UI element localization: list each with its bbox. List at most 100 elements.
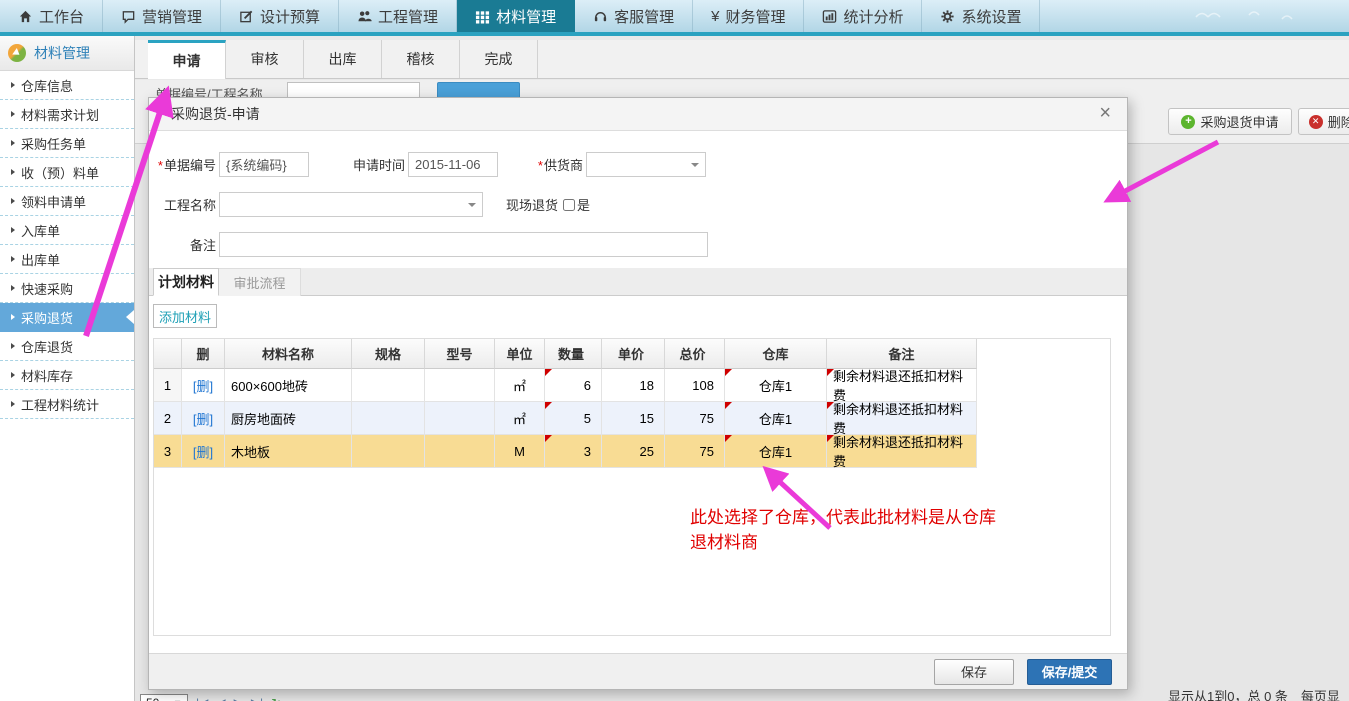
add-material-button[interactable]: 添加材料 bbox=[153, 304, 217, 328]
sidebar-item-purchase-task[interactable]: 采购任务单 bbox=[0, 129, 134, 158]
last-page-icon[interactable]: ▶| bbox=[251, 696, 263, 701]
project-name-select[interactable] bbox=[219, 192, 483, 217]
tab-complete[interactable]: 完成 bbox=[460, 40, 538, 78]
tab-approval-flow[interactable]: 审批流程 bbox=[219, 268, 301, 296]
nav-label: 工作台 bbox=[39, 6, 84, 27]
nav-label: 客服管理 bbox=[614, 6, 674, 27]
caret-right-icon bbox=[11, 372, 15, 378]
delete-row-link[interactable]: [删] bbox=[193, 376, 213, 395]
required-marker: * bbox=[538, 158, 543, 173]
nav-item-engineering[interactable]: 工程管理 bbox=[339, 0, 457, 32]
header-index bbox=[154, 339, 182, 369]
refresh-icon[interactable]: ↻ bbox=[271, 696, 281, 701]
supplier-select[interactable] bbox=[586, 152, 706, 177]
save-submit-button[interactable]: 保存/提交 bbox=[1027, 659, 1112, 685]
tab-review[interactable]: 审核 bbox=[226, 40, 304, 78]
sidebar-title: 材料管理 bbox=[34, 43, 90, 63]
cell-warehouse[interactable]: 仓库1 bbox=[725, 402, 827, 435]
tab-apply[interactable]: 申请 bbox=[148, 40, 226, 79]
cell-qty[interactable]: 6 bbox=[545, 369, 602, 402]
users-icon bbox=[357, 9, 372, 24]
sidebar-item-material-demand-plan[interactable]: 材料需求计划 bbox=[0, 100, 134, 129]
caret-right-icon bbox=[11, 401, 15, 407]
cell-spec bbox=[352, 402, 425, 435]
onsite-return-checkbox[interactable] bbox=[563, 199, 575, 211]
add-circle-icon: + bbox=[1181, 115, 1195, 129]
remark-field[interactable] bbox=[219, 232, 708, 257]
delete-batch-button[interactable]: ✕ 删除/批量 bbox=[1298, 108, 1349, 135]
cell-total: 75 bbox=[665, 402, 725, 435]
module-logo-icon bbox=[8, 44, 26, 62]
header-unit: 单位 bbox=[495, 339, 545, 369]
header-warehouse: 仓库 bbox=[725, 339, 827, 369]
sidebar-item-material-stock[interactable]: 材料库存 bbox=[0, 361, 134, 390]
nav-label: 工程管理 bbox=[378, 6, 438, 27]
sidebar-item-receive-material[interactable]: 收（预）料单 bbox=[0, 158, 134, 187]
apply-date-field[interactable] bbox=[408, 152, 498, 177]
home-icon bbox=[18, 9, 33, 24]
close-icon[interactable]: × bbox=[1099, 102, 1111, 125]
sidebar-item-quick-purchase[interactable]: 快速采购 bbox=[0, 274, 134, 303]
sidebar-item-warehouse-info[interactable]: 仓库信息 bbox=[0, 71, 134, 100]
cell-spec bbox=[352, 369, 425, 402]
cell-qty[interactable]: 3 bbox=[545, 435, 602, 468]
dialog-title: 采购退货-申请 bbox=[149, 104, 260, 124]
required-marker: * bbox=[158, 158, 163, 173]
nav-item-settings[interactable]: 系统设置 bbox=[922, 0, 1040, 32]
sidebar-item-warehouse-return[interactable]: 仓库退货 bbox=[0, 332, 134, 361]
prev-page-icon[interactable]: ◀ bbox=[216, 696, 225, 701]
nav-item-customer-service[interactable]: 客服管理 bbox=[575, 0, 693, 32]
onsite-return-label: 现场退货 bbox=[504, 195, 558, 214]
caret-right-icon bbox=[11, 256, 15, 262]
sidebar: 材料管理 仓库信息 材料需求计划 采购任务单 收（预）料单 领料申请单 入库单 … bbox=[0, 36, 135, 701]
sidebar-item-inbound[interactable]: 入库单 bbox=[0, 216, 134, 245]
yen-icon: ¥ bbox=[711, 8, 719, 25]
page-size-select[interactable]: 50 ▼ bbox=[140, 694, 188, 701]
cell-warehouse[interactable]: 仓库1 bbox=[725, 369, 827, 402]
caret-right-icon bbox=[11, 198, 15, 204]
nav-item-finance[interactable]: ¥ 财务管理 bbox=[693, 0, 804, 32]
sidebar-item-outbound[interactable]: 出库单 bbox=[0, 245, 134, 274]
nav-item-design-budget[interactable]: 设计预算 bbox=[221, 0, 339, 32]
row-index: 3 bbox=[154, 435, 182, 468]
nav-label: 材料管理 bbox=[496, 6, 556, 27]
header-qty: 数量 bbox=[545, 339, 602, 369]
chevron-down-icon bbox=[468, 203, 476, 207]
nav-label: 财务管理 bbox=[725, 6, 785, 27]
edit-icon bbox=[239, 9, 254, 24]
cell-remark[interactable]: 剩余材料退还抵扣材料费 bbox=[827, 402, 977, 435]
chat-icon bbox=[121, 9, 136, 24]
nav-item-materials[interactable]: 材料管理 bbox=[457, 0, 575, 32]
form-row-1: *单据编号 申请时间 *供货商 bbox=[149, 151, 706, 178]
doc-no-field[interactable] bbox=[219, 152, 309, 177]
cell-total: 75 bbox=[665, 435, 725, 468]
table-header-row: 删 材料名称 规格 型号 单位 数量 单价 总价 仓库 备注 bbox=[154, 339, 1110, 369]
next-page-icon[interactable]: ▶ bbox=[234, 696, 243, 701]
nav-label: 统计分析 bbox=[843, 6, 903, 27]
sidebar-item-material-request[interactable]: 领料申请单 bbox=[0, 187, 134, 216]
sidebar-header: 材料管理 bbox=[0, 36, 134, 71]
delete-row-link[interactable]: [删] bbox=[193, 409, 213, 428]
dialog-header: 采购退货-申请 bbox=[149, 98, 1127, 131]
delete-row-link[interactable]: [删] bbox=[193, 442, 213, 461]
cell-price: 25 bbox=[602, 435, 665, 468]
sidebar-item-project-material-stats[interactable]: 工程材料统计 bbox=[0, 390, 134, 419]
first-page-icon[interactable]: |◀ bbox=[196, 696, 208, 701]
header-price: 单价 bbox=[602, 339, 665, 369]
tab-audit[interactable]: 稽核 bbox=[382, 40, 460, 78]
cell-warehouse[interactable]: 仓库1 bbox=[725, 435, 827, 468]
cell-remark[interactable]: 剩余材料退还抵扣材料费 bbox=[827, 369, 977, 402]
cell-total: 108 bbox=[665, 369, 725, 402]
sidebar-item-purchase-return[interactable]: 采购退货 bbox=[0, 303, 134, 332]
caret-right-icon bbox=[11, 285, 15, 291]
cell-remark[interactable]: 剩余材料退还抵扣材料费 bbox=[827, 435, 977, 468]
purchase-return-apply-button[interactable]: + 采购退货申请 bbox=[1168, 108, 1292, 135]
nav-item-marketing[interactable]: 营销管理 bbox=[103, 0, 221, 32]
tab-planned-materials[interactable]: 计划材料 bbox=[153, 268, 219, 296]
cell-qty[interactable]: 5 bbox=[545, 402, 602, 435]
nav-item-statistics[interactable]: 统计分析 bbox=[804, 0, 922, 32]
project-name-label: 工程名称 bbox=[149, 195, 216, 214]
tab-outbound[interactable]: 出库 bbox=[304, 40, 382, 78]
save-button[interactable]: 保存 bbox=[934, 659, 1014, 685]
nav-item-workbench[interactable]: 工作台 bbox=[0, 0, 103, 32]
